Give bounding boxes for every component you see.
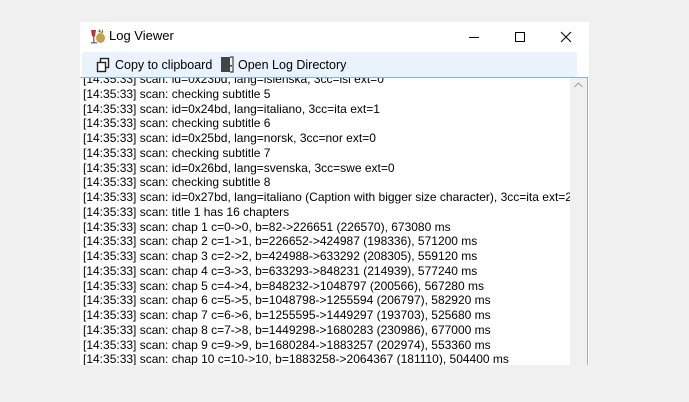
log-line: [14:35:33] scan: id=0x24bd, lang=italian… [83, 101, 380, 116]
log-line: [14:35:33] scan: chap 1 c=0->0, b=82->22… [83, 219, 451, 234]
log-lines: [14:35:33] scan: id=0x23bd, lang=islensk… [83, 77, 573, 365]
log-line: [14:35:33] scan: chap 3 c=2->2, b=424988… [83, 249, 478, 263]
log-line: [14:35:33] scan: checking subtitle 6 [83, 116, 271, 131]
log-line: [14:35:33] scan: checking subtitle 8 [83, 175, 271, 190]
scroll-up-arrow-icon[interactable] [574, 82, 583, 88]
minimize-button[interactable] [451, 22, 497, 51]
log-line: [14:35:33] scan: id=0x26bd, lang=svenska… [83, 160, 395, 175]
log-line: [14:35:33] scan: chap 2 c=1->1, b=226652… [83, 234, 478, 249]
copy-icon [96, 57, 110, 72]
log-line: [14:35:33] scan: id=0x23bd, lang=islensk… [83, 77, 384, 86]
log-line: [14:35:33] scan: checking subtitle 5 [83, 86, 271, 101]
close-button[interactable] [543, 22, 589, 51]
log-line: [14:35:33] scan: chap 9 c=9->9, b=168028… [83, 337, 491, 352]
log-textarea[interactable]: [14:35:33] scan: id=0x23bd, lang=islensk… [80, 77, 588, 365]
door-icon [221, 56, 234, 73]
open-log-directory-button[interactable]: Open Log Directory [220, 55, 346, 74]
log-line: [14:35:33] scan: chap 10 c=10->10, b=188… [83, 352, 509, 365]
log-line: [14:35:33] scan: checking subtitle 7 [83, 145, 271, 160]
log-line: [14:35:33] scan: chap 6 c=5->5, b=104879… [83, 293, 491, 308]
copy-to-clipboard-button[interactable]: Copy to clipboard [96, 55, 212, 74]
title-bar[interactable]: Log Viewer [80, 22, 589, 51]
log-viewer-window: Log Viewer Copy to clipboard Open Log Di… [80, 22, 589, 365]
log-line: [14:35:33] scan: chap 4 c=3->3, b=633293… [83, 263, 478, 278]
log-line: [14:35:33] scan: chap 5 c=4->4, b=848232… [83, 278, 484, 293]
log-line: [14:35:33] scan: chap 7 c=6->6, b=125559… [83, 308, 491, 322]
window-title: Log Viewer [109, 28, 174, 43]
copy-to-clipboard-label: Copy to clipboard [115, 57, 213, 72]
log-line: [14:35:33] scan: chap 8 c=7->8, b=144929… [83, 322, 491, 337]
vertical-scrollbar[interactable] [570, 78, 587, 365]
maximize-icon [515, 31, 525, 42]
maximize-button[interactable] [497, 22, 543, 51]
log-line: [14:35:33] scan: id=0x27bd, lang=italian… [83, 190, 572, 204]
close-icon [560, 31, 572, 42]
log-line: [14:35:33] scan: title 1 has 16 chapters [83, 204, 290, 219]
open-log-directory-label: Open Log Directory [238, 57, 347, 72]
minimize-icon [469, 36, 479, 38]
toolbar: Copy to clipboard Open Log Directory [82, 52, 577, 77]
log-line: [14:35:33] scan: id=0x25bd, lang=norsk, … [83, 131, 376, 145]
app-icon [91, 29, 105, 44]
